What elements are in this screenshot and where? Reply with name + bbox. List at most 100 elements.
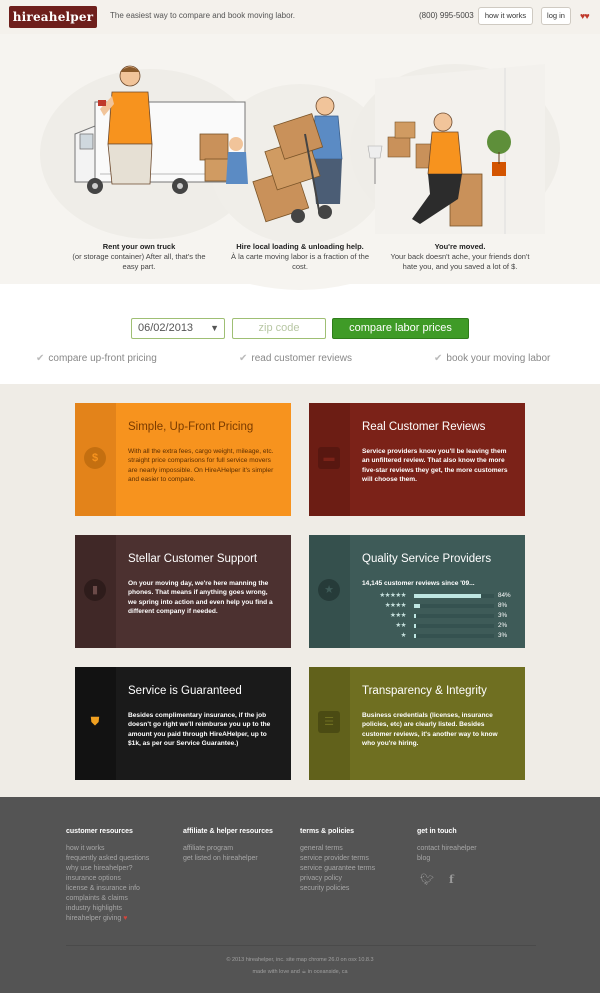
rating-stars: ★★ — [395, 622, 406, 629]
card-body: On your moving day, we're here manning t… — [128, 580, 273, 616]
feature-label: read customer reviews — [251, 353, 352, 364]
card-service-guaranteed: ⛊ Service is Guaranteed Besides complime… — [75, 667, 291, 780]
how-it-works-button[interactable]: how it works — [478, 7, 533, 25]
footer-link[interactable]: license & insurance info — [66, 884, 149, 894]
footer-link[interactable]: get listed on hireahelper — [183, 854, 273, 864]
speech-bubble-icon: ▬ — [318, 447, 340, 469]
copyright-line: © 2013 hireahelper, inc. site map chrome… — [226, 957, 374, 963]
footer-link[interactable]: insurance options — [66, 874, 149, 884]
footer-column-affiliate: affiliate & helper resources affiliate p… — [183, 828, 273, 864]
card-quality-providers: ★ Quality Service Providers 14,145 custo… — [309, 535, 525, 648]
rating-percent: 2% — [498, 622, 508, 629]
card-title: Simple, Up-Front Pricing — [128, 421, 254, 433]
rating-stars: ★★★★ — [384, 602, 407, 609]
footer-column-customer-resources: customer resources how it works frequent… — [66, 828, 149, 924]
step-title: Hire local loading & unloading help. — [236, 242, 364, 251]
rating-bar — [414, 604, 421, 608]
social-links: 🐦︎ f — [420, 873, 466, 886]
rating-percent: 3% — [498, 632, 508, 639]
footer-link[interactable]: complaints & claims — [66, 894, 149, 904]
rating-stars: ★★★★★ — [379, 592, 406, 599]
site-footer: customer resources how it works frequent… — [0, 797, 600, 993]
rating-percent: 84% — [498, 592, 511, 599]
card-body: Besides complimentary insurance, if the … — [128, 712, 271, 748]
step-title: Rent your own truck — [102, 242, 176, 251]
phone-number[interactable]: (800) 995-5003 — [419, 11, 474, 20]
rating-row: ★★★★ 8% — [362, 602, 512, 610]
feature-check: ✔ compare up-front pricing — [36, 353, 157, 364]
footer-link[interactable]: service provider terms — [300, 854, 375, 864]
rating-stars: ★ — [400, 632, 407, 639]
checkmark-icon: ✔ — [434, 353, 443, 364]
star-icon: ★ — [318, 579, 340, 601]
footer-link[interactable]: blog — [417, 854, 477, 864]
footer-link[interactable]: frequently asked questions — [66, 854, 149, 864]
footer-heading: customer resources — [66, 828, 133, 835]
rating-bar — [414, 614, 417, 618]
step-text: À la carte moving labor is a fraction of… — [231, 252, 369, 271]
made-with-love-line: made with love and ☕ in oceanside, ca — [252, 969, 348, 975]
site-header: hireahelper The easiest way to compare a… — [0, 0, 600, 34]
footer-link-label: hireahelper giving — [66, 915, 122, 922]
step-rent-truck: Rent your own truck (or storage containe… — [64, 242, 214, 272]
compare-labor-prices-button[interactable]: compare labor prices — [332, 318, 469, 339]
step-title: You're moved. — [434, 242, 486, 251]
footer-link[interactable]: contact hireahelper — [417, 844, 477, 854]
site-tagline: The easiest way to compare and book movi… — [110, 11, 295, 20]
card-title: Service is Guaranteed — [128, 685, 242, 697]
footer-column-terms: terms & policies general terms service p… — [300, 828, 375, 894]
card-customer-support: ▮ Stellar Customer Support On your movin… — [75, 535, 291, 648]
card-body: With all the extra fees, cargo weight, m… — [128, 448, 274, 484]
rating-percent: 3% — [498, 612, 508, 619]
login-button[interactable]: log in — [541, 7, 571, 25]
card-customer-reviews: ▬ Real Customer Reviews Service provider… — [309, 403, 525, 516]
feature-label: book your moving labor — [446, 353, 551, 364]
step-moved: You're moved. Your back doesn't ache, yo… — [385, 242, 535, 272]
card-body: Business credentials (licenses, insuranc… — [362, 712, 498, 748]
card-title: Quality Service Providers — [362, 553, 492, 565]
dollar-coin-icon: $ — [84, 447, 106, 469]
footer-column-get-in-touch: get in touch contact hireahelper blog — [417, 828, 477, 864]
feature-check: ✔ read customer reviews — [239, 353, 352, 364]
twitter-icon[interactable]: 🐦︎ — [420, 874, 434, 886]
id-card-icon: ☰ — [318, 711, 340, 733]
card-title: Real Customer Reviews — [362, 421, 486, 433]
heart-icon: ♥ — [123, 915, 128, 922]
hearts-icon[interactable]: ♥♥ — [580, 11, 590, 21]
step-hire-help: Hire local loading & unloading help. À l… — [225, 242, 375, 272]
rating-bar — [414, 624, 417, 628]
footer-link[interactable]: affiliate program — [183, 844, 273, 854]
footer-link[interactable]: privacy policy — [300, 874, 375, 884]
card-transparency-integrity: ☰ Transparency & Integrity Business cred… — [309, 667, 525, 780]
footer-link[interactable]: general terms — [300, 844, 375, 854]
step-text: Your back doesn't ache, your friends don… — [390, 252, 530, 271]
checkmark-icon: ✔ — [36, 353, 45, 364]
brand-logo[interactable]: hireahelper — [9, 6, 97, 28]
card-title: Transparency & Integrity — [362, 685, 487, 697]
checkmark-icon: ✔ — [239, 353, 248, 364]
phone-icon: ▮ — [84, 579, 106, 601]
footer-divider — [66, 945, 536, 946]
rating-bar — [414, 594, 482, 598]
hero-illustration: Rent your own truck (or storage containe… — [0, 34, 600, 292]
footer-link[interactable]: industry highlights — [66, 904, 149, 914]
zip-code-input[interactable]: zip code — [232, 318, 326, 339]
rating-percent: 8% — [498, 602, 508, 609]
move-date-select[interactable]: 06/02/2013 ▼ — [131, 318, 225, 339]
footer-link[interactable]: security policies — [300, 884, 375, 894]
footer-link[interactable]: how it works — [66, 844, 149, 854]
facebook-icon[interactable]: f — [449, 873, 454, 886]
feature-check: ✔ book your moving labor — [434, 353, 550, 364]
rating-bar — [414, 634, 417, 638]
relaxed-customer-illustration — [367, 64, 545, 234]
rating-row: ★★★ 3% — [362, 612, 512, 620]
rating-row: ★★★★★ 84% — [362, 592, 512, 600]
rating-stars: ★★★ — [390, 612, 406, 619]
footer-heading: get in touch — [417, 828, 457, 835]
footer-link[interactable]: why use hireahelper? — [66, 864, 149, 874]
reviews-count: 14,145 customer reviews since '09... — [362, 580, 475, 587]
footer-heading: terms & policies — [300, 828, 355, 835]
footer-link[interactable]: service guarantee terms — [300, 864, 375, 874]
footer-heading: affiliate & helper resources — [183, 828, 273, 835]
footer-link-giving[interactable]: hireahelper giving ♥ — [66, 914, 149, 924]
